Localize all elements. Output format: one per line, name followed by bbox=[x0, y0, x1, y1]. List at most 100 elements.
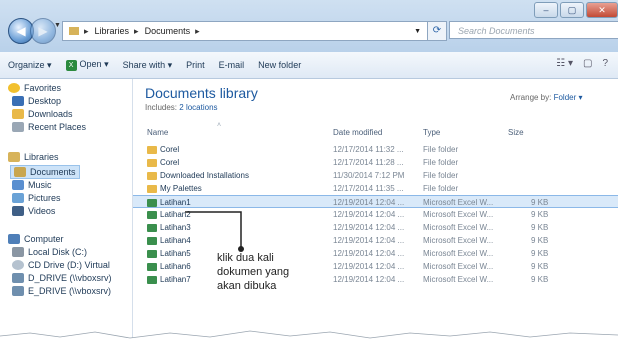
sidebar-item-desktop[interactable]: Desktop bbox=[12, 96, 61, 106]
torn-edge bbox=[0, 330, 618, 342]
file-name-label: My Palettes bbox=[160, 184, 202, 193]
file-row[interactable]: Latihan2 12/19/2014 12:04 ... Microsoft Ex… bbox=[133, 208, 618, 221]
file-name: Latihan3 bbox=[147, 221, 191, 234]
sidebar-item-favorites[interactable]: Favorites bbox=[8, 83, 61, 93]
file-date-modified: 12/19/2014 12:04 ... bbox=[333, 223, 405, 232]
close-button[interactable]: ✕ bbox=[586, 2, 618, 18]
open-button[interactable]: X Open ▾ bbox=[65, 59, 109, 71]
search-input[interactable]: Search Documents bbox=[449, 21, 618, 39]
file-name-label: Corel bbox=[160, 158, 180, 167]
navigation-pane: Favorites Desktop Downloads Recent Place… bbox=[0, 79, 133, 342]
file-size: 9 KB bbox=[531, 249, 549, 258]
excel-file-icon bbox=[147, 210, 157, 219]
file-type: File folder bbox=[423, 145, 459, 154]
file-type: File folder bbox=[423, 158, 459, 167]
annotation-line-3: akan dibuka bbox=[217, 280, 277, 292]
file-name: Corel bbox=[147, 156, 179, 169]
sidebar-item-local-disk[interactable]: Local Disk (C:) bbox=[12, 247, 87, 257]
file-size: 9 KB bbox=[531, 223, 549, 232]
sidebar-item-documents[interactable]: Documents bbox=[10, 165, 80, 179]
breadcrumb-libraries[interactable]: Libraries bbox=[95, 26, 130, 36]
sidebar-item-d-drive[interactable]: D_DRIVE (\\vboxsrv) bbox=[12, 273, 112, 283]
excel-file-icon bbox=[147, 198, 157, 207]
file-date-modified: 12/17/2014 11:32 ... bbox=[333, 145, 404, 154]
file-row[interactable]: Latihan3 12/19/2014 12:04 ... Microsoft Ex… bbox=[133, 221, 618, 234]
maximize-button[interactable]: ▢ bbox=[560, 2, 584, 18]
excel-icon: X bbox=[65, 59, 77, 71]
file-row[interactable]: Latihan6 12/19/2014 12:04 ... Microsoft Ex… bbox=[133, 260, 618, 273]
column-header-name[interactable]: Name bbox=[147, 128, 168, 137]
file-row[interactable]: My Palettes 12/17/2014 11:35 ... File fold… bbox=[133, 182, 618, 195]
sidebar-item-cd-drive[interactable]: CD Drive (D:) Virtual bbox=[12, 260, 110, 270]
file-size: 9 KB bbox=[531, 275, 549, 284]
refresh-icon[interactable]: ⟳ bbox=[427, 21, 447, 41]
file-row[interactable]: Latihan1 12/19/2014 12:04 ... Microsoft Ex… bbox=[133, 195, 618, 208]
file-row[interactable]: Corel 12/17/2014 11:28 ... File folder bbox=[133, 156, 618, 169]
file-name-label: Corel bbox=[160, 145, 180, 154]
excel-file-icon bbox=[147, 249, 157, 258]
file-type: Microsoft Excel W... bbox=[423, 249, 494, 258]
breadcrumb-documents[interactable]: Documents bbox=[145, 26, 191, 36]
sidebar-item-computer[interactable]: Computer bbox=[8, 234, 64, 244]
libraries-icon bbox=[8, 152, 20, 162]
arrange-by-dropdown[interactable]: Folder ▾ bbox=[554, 93, 583, 102]
file-row[interactable]: Corel 12/17/2014 11:32 ... File folder bbox=[133, 143, 618, 156]
change-view-icon[interactable]: ☷ ▾ bbox=[556, 58, 573, 69]
email-button[interactable]: E-mail bbox=[219, 60, 245, 70]
print-button[interactable]: Print bbox=[186, 60, 205, 70]
file-date-modified: 12/17/2014 11:28 ... bbox=[333, 158, 404, 167]
breadcrumb-separator-icon: ▸ bbox=[195, 25, 200, 36]
command-bar: Organize ▾ X Open ▾ Share with ▾ Print E-… bbox=[0, 52, 618, 79]
excel-file-icon bbox=[147, 262, 157, 271]
file-type: Microsoft Excel W... bbox=[423, 210, 494, 219]
breadcrumb-separator-icon: ▸ bbox=[134, 25, 139, 36]
pictures-icon bbox=[12, 193, 24, 203]
file-name-label: Latihan2 bbox=[160, 210, 191, 219]
share-with-button[interactable]: Share with ▾ bbox=[123, 60, 173, 71]
file-row[interactable]: Latihan5 12/19/2014 12:04 ... Microsoft Ex… bbox=[133, 247, 618, 260]
locations-link[interactable]: 2 locations bbox=[179, 103, 217, 112]
column-header-type[interactable]: Type bbox=[423, 128, 440, 137]
recent-pages-chevron-icon[interactable]: ▼ bbox=[54, 22, 61, 29]
sidebar-item-recent-places[interactable]: Recent Places bbox=[12, 122, 86, 132]
title-bar: – ▢ ✕ ◀ ▶ ▼ ▸ Libraries ▸ Documents ▸ ▼ … bbox=[0, 0, 618, 52]
file-name-label: Latihan1 bbox=[160, 198, 191, 207]
cd-drive-icon bbox=[12, 260, 24, 270]
file-name: Latihan7 bbox=[147, 273, 191, 286]
help-icon[interactable]: ? bbox=[602, 58, 608, 69]
forward-arrow-icon[interactable]: ▶ bbox=[30, 18, 56, 44]
file-type: File folder bbox=[423, 171, 459, 180]
address-dropdown-icon[interactable]: ▼ bbox=[414, 28, 421, 35]
column-header-date-modified[interactable]: Date modified bbox=[333, 128, 382, 137]
organize-button[interactable]: Organize ▾ bbox=[8, 60, 52, 71]
network-drive-icon bbox=[12, 273, 24, 283]
preview-pane-icon[interactable]: ▢ bbox=[583, 58, 592, 69]
sidebar-item-downloads[interactable]: Downloads bbox=[12, 109, 73, 119]
file-name: Latihan2 bbox=[147, 208, 191, 221]
sort-arrow-icon: ˄ bbox=[217, 122, 222, 129]
arrange-by: Arrange by: Folder ▾ bbox=[510, 93, 583, 102]
sidebar-item-videos[interactable]: Videos bbox=[12, 206, 55, 216]
sidebar-item-music[interactable]: Music bbox=[12, 180, 52, 190]
view-controls: ☷ ▾ ▢ ? bbox=[556, 58, 608, 69]
minimize-button[interactable]: – bbox=[534, 2, 558, 18]
excel-file-icon bbox=[147, 223, 157, 232]
file-row[interactable]: Latihan4 12/19/2014 12:04 ... Microsoft Ex… bbox=[133, 234, 618, 247]
file-row[interactable]: Latihan7 12/19/2014 12:04 ... Microsoft Ex… bbox=[133, 273, 618, 286]
folder-icon bbox=[147, 145, 157, 154]
sidebar-item-pictures[interactable]: Pictures bbox=[12, 193, 61, 203]
new-folder-button[interactable]: New folder bbox=[258, 60, 301, 70]
file-date-modified: 12/19/2014 12:04 ... bbox=[333, 236, 405, 245]
file-name-label: Downloaded Installations bbox=[160, 171, 249, 180]
annotation-line-2: dokumen yang bbox=[217, 266, 290, 278]
sidebar-item-libraries[interactable]: Libraries bbox=[8, 152, 59, 162]
column-header-size[interactable]: Size bbox=[508, 128, 524, 137]
file-size: 9 KB bbox=[531, 210, 549, 219]
sidebar-item-e-drive[interactable]: E_DRIVE (\\vboxsrv) bbox=[12, 286, 111, 296]
annotation-line-1: klik dua kali bbox=[217, 252, 274, 264]
open-label: Open ▾ bbox=[79, 59, 109, 70]
file-row[interactable]: Downloaded Installations 11/30/2014 7:12 … bbox=[133, 169, 618, 182]
desktop-icon bbox=[12, 96, 24, 106]
address-bar[interactable]: ▸ Libraries ▸ Documents ▸ ▼ bbox=[62, 21, 428, 41]
excel-file-icon bbox=[147, 236, 157, 245]
